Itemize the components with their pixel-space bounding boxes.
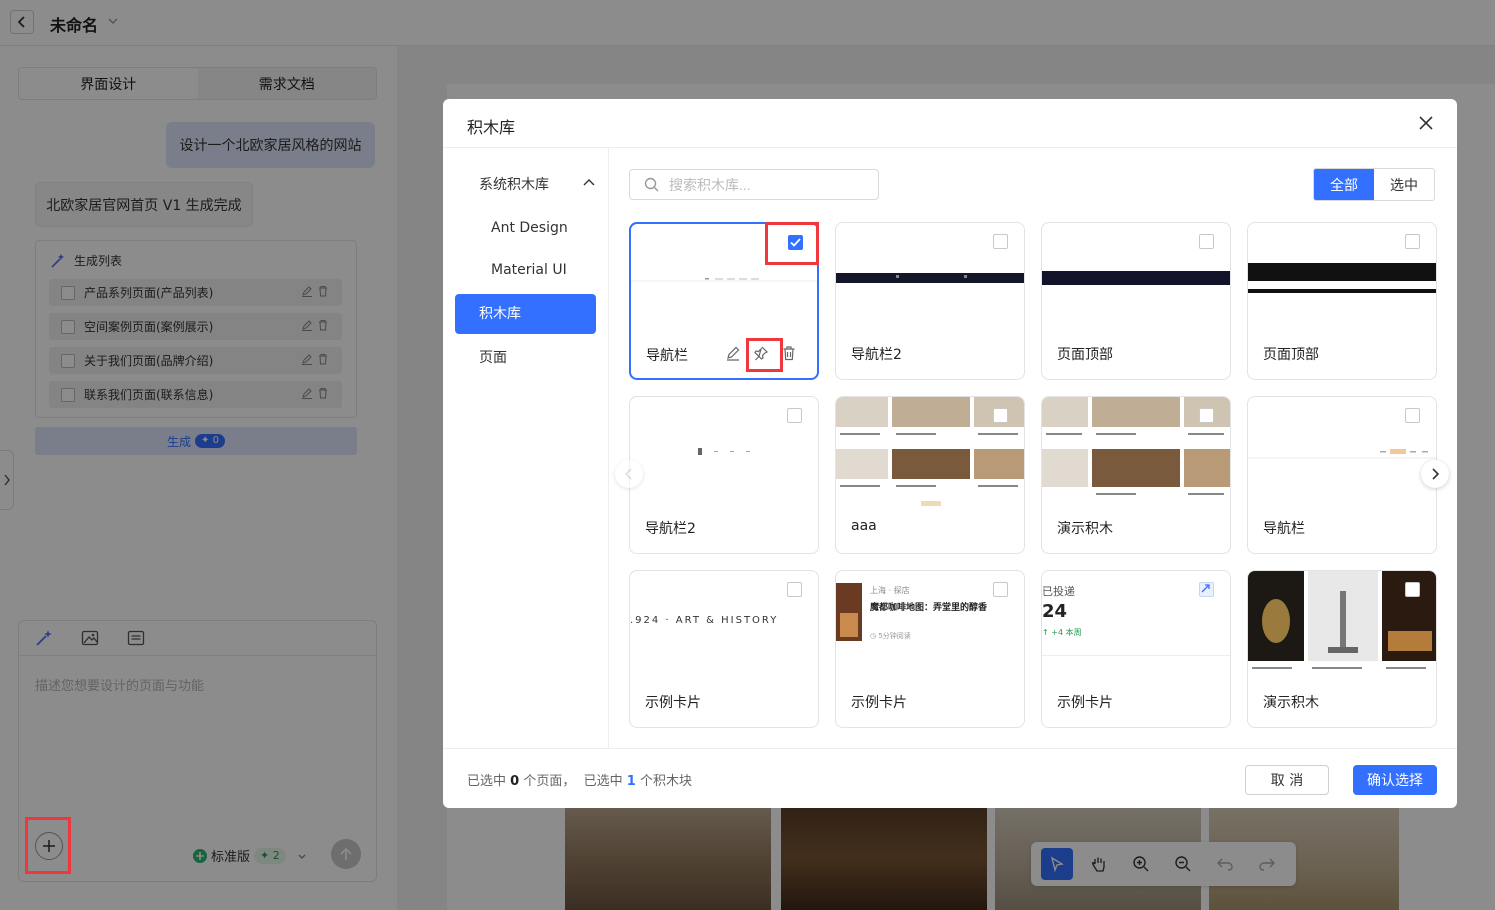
card-label: 示例卡片 [645, 695, 701, 711]
send-icon [1201, 584, 1210, 593]
thumb-text: 已投递 [1042, 585, 1075, 598]
selection-summary: 已选中 0 个页面， 已选中 1 个积木块 [467, 770, 692, 789]
thumb-text: ◷ 5分钟阅读 [870, 632, 911, 640]
block-card[interactable]: 演示积木 [1247, 570, 1437, 728]
thumb-text: 24 [1042, 601, 1068, 622]
card-actions [725, 345, 797, 361]
next-page-button[interactable] [1421, 460, 1449, 488]
summary-text: 个积木块 [639, 774, 692, 789]
card-thumbnail [631, 278, 817, 282]
search-box[interactable] [629, 169, 879, 200]
card-label: 页面顶部 [1057, 347, 1113, 363]
edit-icon[interactable] [725, 345, 741, 361]
chevron-left-icon [624, 468, 632, 480]
chevron-up-icon[interactable] [582, 176, 596, 190]
card-checkbox[interactable] [993, 408, 1008, 423]
modal-sidebar: 系统积木库 Ant Design Material UI 积木库 页面 [443, 148, 609, 748]
thumb-text: .924 · ART & HISTORY [630, 615, 779, 626]
card-checkbox[interactable] [1199, 582, 1214, 597]
cancel-button[interactable]: 取 消 [1245, 765, 1329, 795]
card-label: 导航栏2 [645, 521, 696, 537]
card-label: 导航栏 [1263, 521, 1305, 537]
search-icon [644, 177, 659, 192]
card-checkbox[interactable] [1405, 234, 1420, 249]
block-card[interactable]: aaa [835, 396, 1025, 554]
block-card[interactable]: 页面顶部 [1247, 222, 1437, 380]
sidebar-item-block-library[interactable]: 积木库 [455, 294, 596, 334]
card-thumbnail [1248, 263, 1436, 293]
card-label: 示例卡片 [851, 695, 907, 711]
close-icon[interactable] [1417, 114, 1435, 132]
chevron-right-icon [1432, 468, 1440, 480]
modal-main: 全部 选中 导航栏 导航栏2 [609, 148, 1457, 748]
block-card[interactable]: 页面顶部 [1041, 222, 1231, 380]
block-card[interactable]: 导航栏 [1247, 396, 1437, 554]
thumb-text: +4 本周 [1051, 628, 1082, 637]
card-label: 页面顶部 [1263, 347, 1319, 363]
card-label: 演示积木 [1263, 695, 1319, 711]
filter-selected-button[interactable]: 选中 [1374, 169, 1434, 200]
block-card[interactable]: 演示积木 [1041, 396, 1231, 554]
card-thumbnail [836, 273, 1024, 283]
card-checkbox[interactable] [787, 582, 802, 597]
card-thumbnail [1248, 449, 1436, 459]
block-library-modal: 积木库 系统积木库 Ant Design Material UI 积木库 页面 … [443, 99, 1457, 808]
prev-page-button[interactable] [615, 460, 643, 488]
summary-text: 已选中 [583, 774, 623, 789]
summary-text: 个页面， [523, 774, 576, 789]
pages-count: 0 [510, 774, 520, 789]
card-checkbox[interactable] [1405, 582, 1420, 597]
card-label: aaa [851, 518, 877, 534]
pin-icon[interactable] [753, 345, 769, 361]
card-thumbnail [836, 583, 862, 641]
card-label: 导航栏 [646, 348, 688, 364]
block-card[interactable]: .924 · ART & HISTORY 示例卡片 [629, 570, 819, 728]
thumb-text: 上海 · 探店 [870, 586, 910, 595]
card-label: 示例卡片 [1057, 695, 1113, 711]
thumb-text: 5分钟阅读 [878, 632, 911, 640]
sidebar-item-pages[interactable]: 页面 [479, 347, 507, 367]
block-card[interactable]: 导航栏2 [629, 396, 819, 554]
sidebar-item-material-ui[interactable]: Material UI [491, 262, 567, 278]
card-checkbox[interactable] [788, 235, 803, 250]
block-card[interactable]: 已投递 24 ↑ +4 本周 示例卡片 [1041, 570, 1231, 728]
card-thumbnail [698, 448, 750, 455]
block-card[interactable]: 导航栏 [629, 222, 819, 380]
modal-header: 积木库 [443, 99, 1457, 148]
sidebar-group-system[interactable]: 系统积木库 [479, 174, 549, 194]
card-label: 导航栏2 [851, 347, 902, 363]
thumb-text: ↑ +4 本周 [1042, 628, 1082, 637]
card-thumbnail [1042, 655, 1230, 656]
filter-toggle: 全部 选中 [1313, 168, 1435, 201]
thumb-text: 魔都咖啡地图：弄堂里的醇香 [870, 603, 988, 613]
card-checkbox[interactable] [1405, 408, 1420, 423]
card-checkbox[interactable] [1199, 234, 1214, 249]
card-checkbox[interactable] [993, 234, 1008, 249]
summary-text: 已选中 [467, 774, 507, 789]
search-input[interactable] [669, 176, 859, 193]
filter-all-button[interactable]: 全部 [1314, 169, 1374, 200]
sidebar-item-ant-design[interactable]: Ant Design [491, 220, 568, 236]
modal-title: 积木库 [467, 118, 516, 137]
card-checkbox[interactable] [993, 582, 1008, 597]
card-label: 演示积木 [1057, 521, 1113, 537]
card-checkbox[interactable] [787, 408, 802, 423]
card-checkbox[interactable] [1199, 408, 1214, 423]
block-card[interactable]: 导航栏2 [835, 222, 1025, 380]
card-thumbnail [1042, 271, 1230, 285]
trash-icon[interactable] [781, 345, 797, 361]
block-card[interactable]: 上海 · 探店 魔都咖啡地图：弄堂里的醇香 ◷ 5分钟阅读 示例卡片 [835, 570, 1025, 728]
blocks-count: 1 [626, 774, 636, 789]
check-icon [790, 238, 801, 247]
modal-footer: 已选中 0 个页面， 已选中 1 个积木块 取 消 确认选择 [443, 748, 1457, 808]
confirm-button[interactable]: 确认选择 [1353, 765, 1437, 795]
